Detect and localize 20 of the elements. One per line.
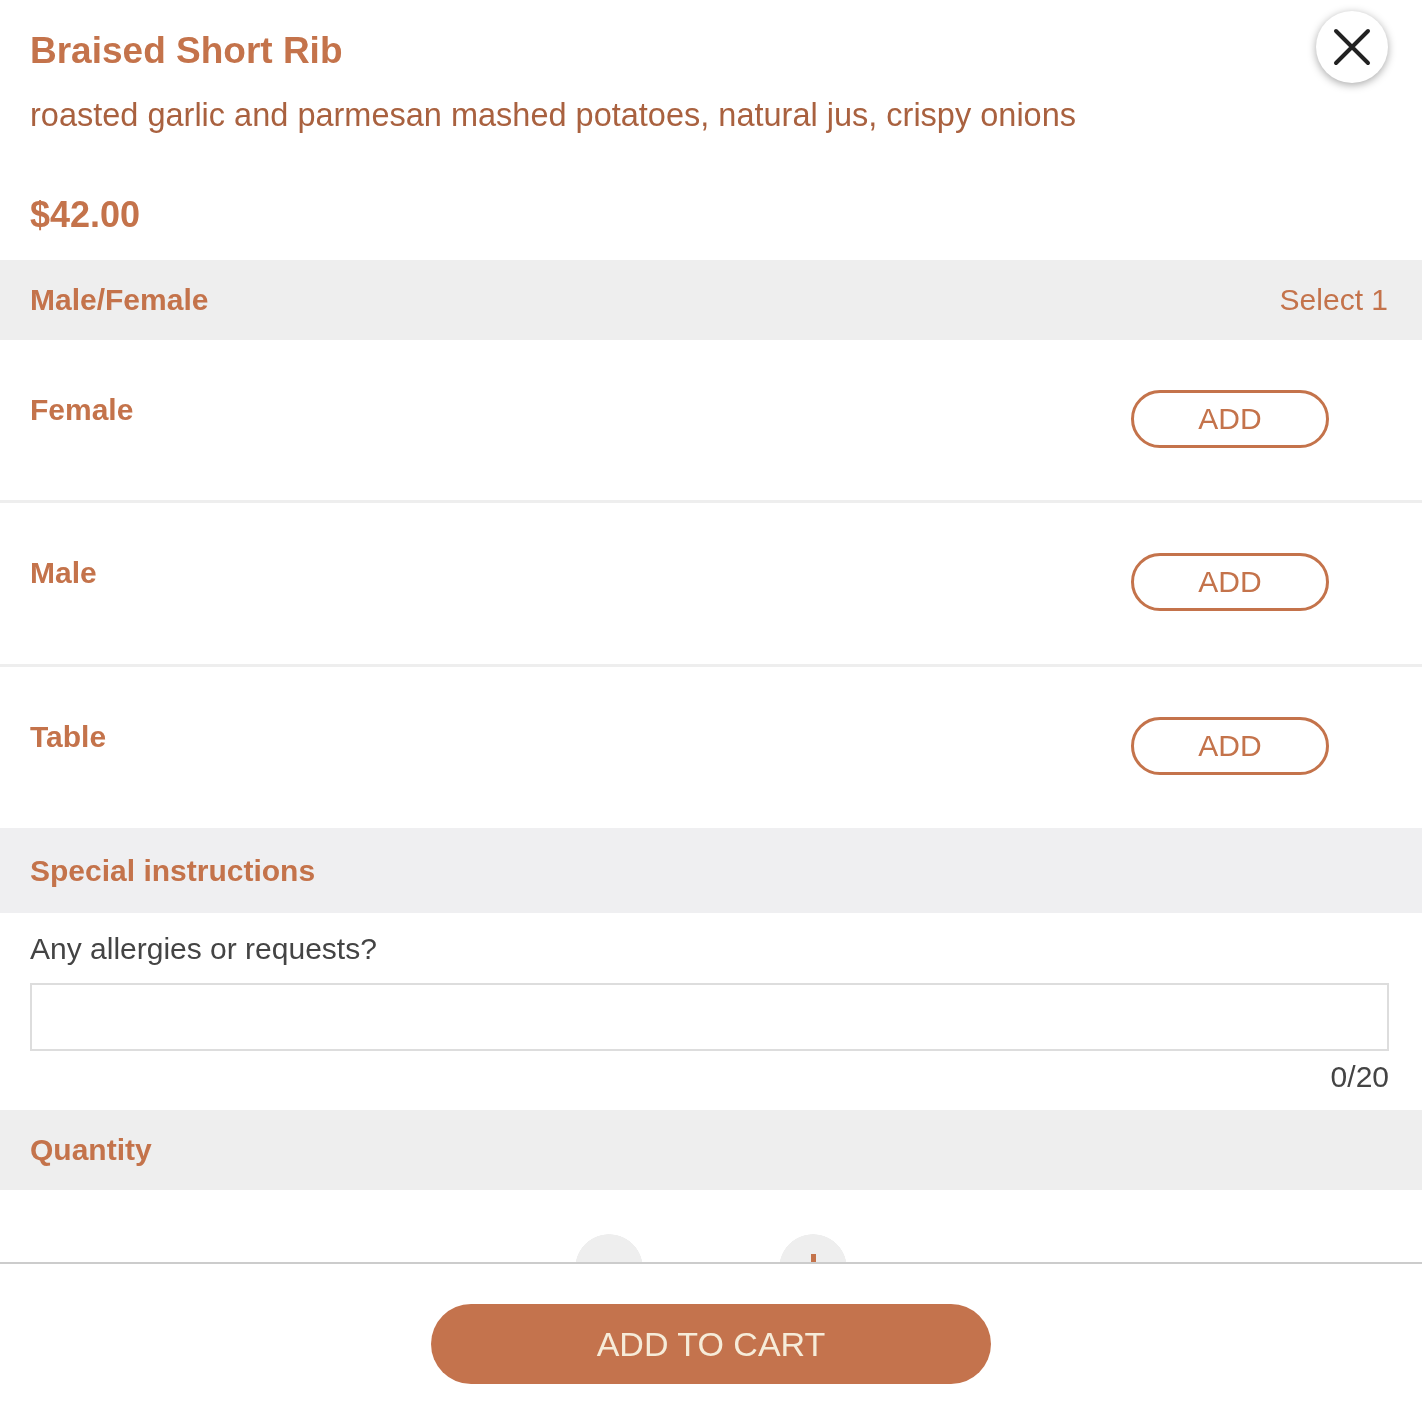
close-button[interactable] xyxy=(1316,11,1388,83)
item-title: Braised Short Rib xyxy=(30,29,343,73)
instructions-field[interactable] xyxy=(30,983,1389,1051)
option-name: Male xyxy=(30,555,97,591)
character-counter: 0/20 xyxy=(1330,1059,1389,1095)
field-label: Any allergies or requests? xyxy=(30,931,377,967)
add-button[interactable]: ADD xyxy=(1131,553,1329,611)
option-name: Table xyxy=(30,719,107,755)
item-price: $42.00 xyxy=(30,193,141,237)
add-button[interactable]: ADD xyxy=(1131,390,1329,448)
close-icon xyxy=(1332,27,1372,67)
item-description: roasted garlic and parmesan mashed potatoes, natural jus, crispy onions xyxy=(30,96,1076,135)
section-title: Special instructions xyxy=(30,853,316,888)
add-button[interactable]: ADD xyxy=(1131,717,1329,775)
option-name: Female xyxy=(30,392,134,428)
section-title: Male/Female xyxy=(30,283,209,317)
section-title: Quantity xyxy=(30,1133,152,1167)
plus-icon xyxy=(810,1254,816,1262)
add-to-cart-button[interactable]: ADD TO CART xyxy=(431,1304,991,1384)
selection-requirement: Select 1 xyxy=(1279,283,1388,317)
